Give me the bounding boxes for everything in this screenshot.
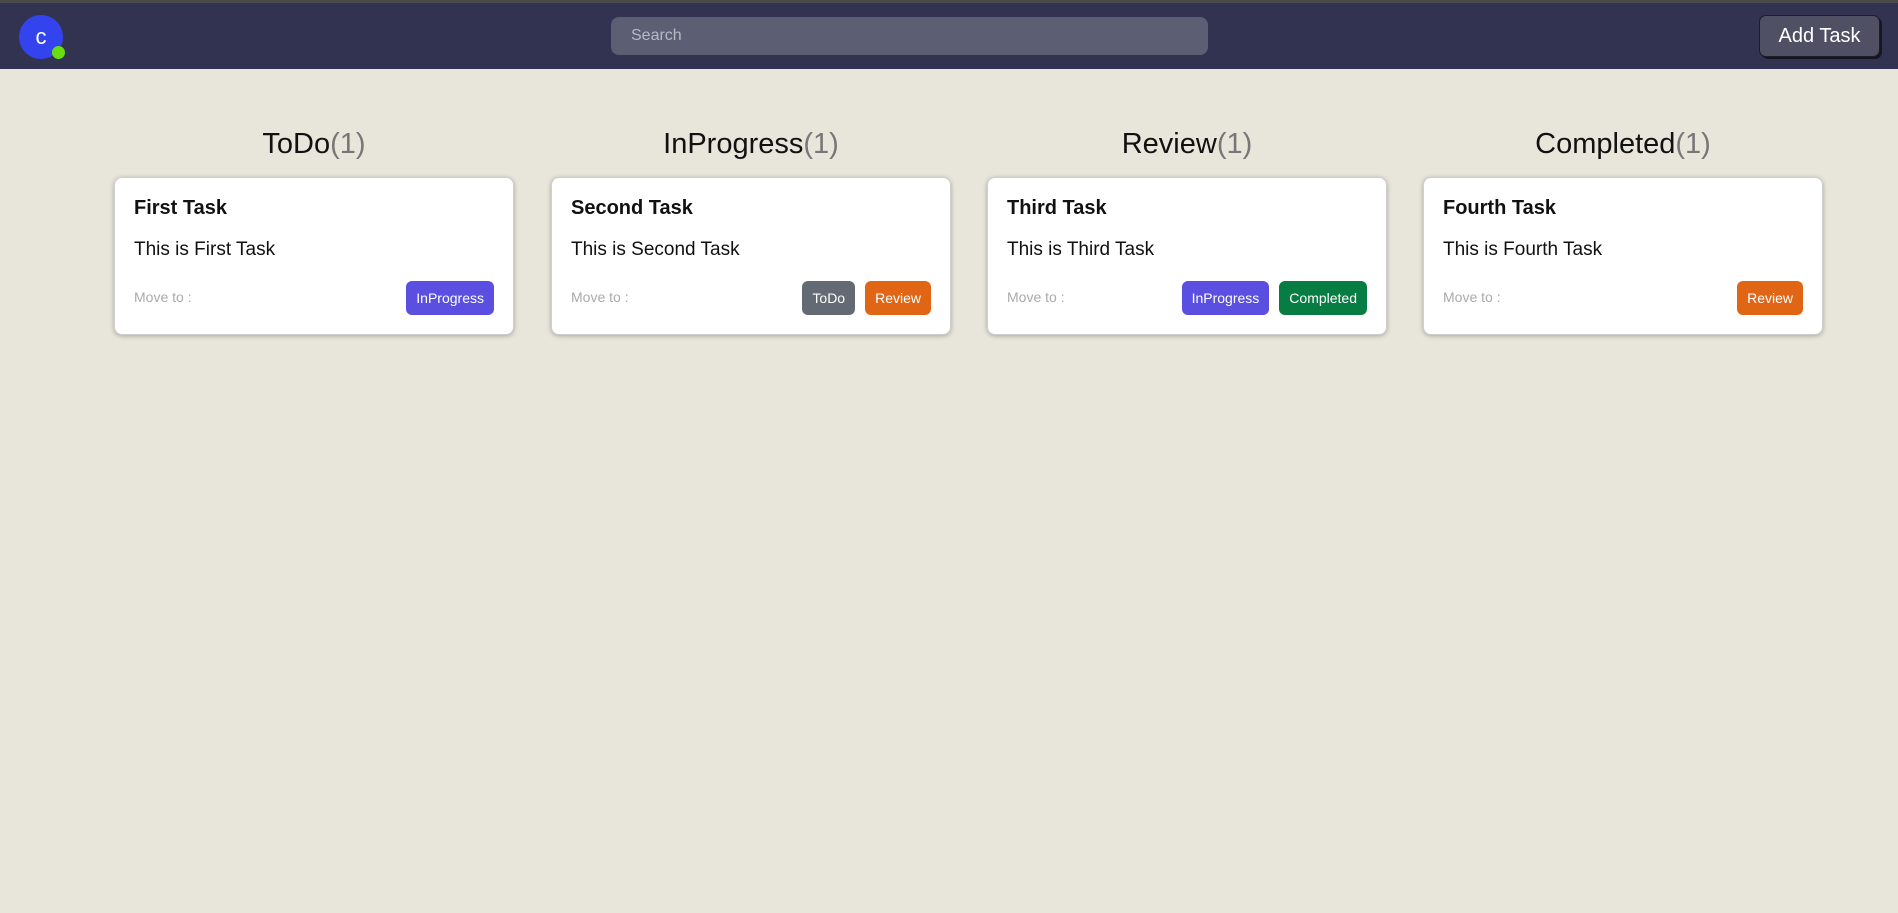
move-to-inprogress-button[interactable]: InProgress: [406, 281, 494, 315]
column-title: ToDo: [262, 128, 331, 160]
task-description: This is First Task: [134, 239, 276, 260]
online-status-icon: [52, 46, 65, 59]
move-to-todo-button[interactable]: ToDo: [802, 281, 856, 315]
move-to-label: Move to :: [1443, 289, 1501, 305]
column-count: (1): [330, 128, 366, 160]
column-count: (1): [1675, 128, 1711, 160]
search-input[interactable]: [611, 17, 1208, 55]
column-completed: Completed(1) Fourth Task This is Fourth …: [1423, 122, 1823, 335]
task-card[interactable]: Second Task This is Second Task Move to …: [551, 177, 951, 335]
column-count: (1): [1216, 128, 1253, 160]
add-task-button[interactable]: Add Task: [1759, 15, 1880, 57]
move-to-label: Move to :: [1007, 289, 1065, 305]
top-bar: c Add Task: [0, 0, 1898, 69]
column-header: InProgress(1): [551, 122, 951, 166]
move-actions: InProgress Completed: [1181, 281, 1367, 315]
column-header: Review(1): [987, 122, 1387, 166]
move-actions: Review: [1737, 281, 1803, 315]
column-inprogress: InProgress(1) Second Task This is Second…: [551, 122, 951, 335]
task-card[interactable]: Third Task This is Third Task Move to : …: [987, 177, 1387, 335]
task-card[interactable]: Fourth Task This is Fourth Task Move to …: [1423, 177, 1823, 335]
column-count: (1): [803, 128, 839, 160]
task-title: Second Task: [571, 197, 693, 219]
column-title: Completed: [1535, 128, 1676, 160]
avatar-letter: c: [35, 24, 47, 49]
move-actions: ToDo Review: [802, 281, 931, 315]
move-to-label: Move to :: [134, 289, 192, 305]
task-title: First Task: [134, 197, 227, 219]
column-todo: ToDo(1) First Task This is First Task Mo…: [114, 122, 514, 335]
column-header: ToDo(1): [114, 122, 514, 166]
move-to-label: Move to :: [571, 289, 629, 305]
task-description: This is Fourth Task: [1443, 239, 1603, 260]
move-to-completed-button[interactable]: Completed: [1279, 281, 1367, 315]
task-description: This is Third Task: [1007, 239, 1155, 260]
move-to-review-button[interactable]: Review: [865, 281, 931, 315]
move-to-review-button[interactable]: Review: [1737, 281, 1803, 315]
column-title: InProgress: [663, 128, 804, 160]
column-header: Completed(1): [1423, 122, 1823, 166]
move-actions: InProgress: [406, 281, 494, 315]
task-title: Third Task: [1007, 197, 1107, 219]
task-title: Fourth Task: [1443, 197, 1556, 219]
column-title: Review: [1121, 128, 1217, 160]
task-card[interactable]: First Task This is First Task Move to : …: [114, 177, 514, 335]
task-description: This is Second Task: [571, 239, 740, 260]
move-to-inprogress-button[interactable]: InProgress: [1181, 281, 1270, 315]
column-review: Review(1) Third Task This is Third Task …: [987, 122, 1387, 335]
avatar[interactable]: c: [19, 15, 65, 59]
